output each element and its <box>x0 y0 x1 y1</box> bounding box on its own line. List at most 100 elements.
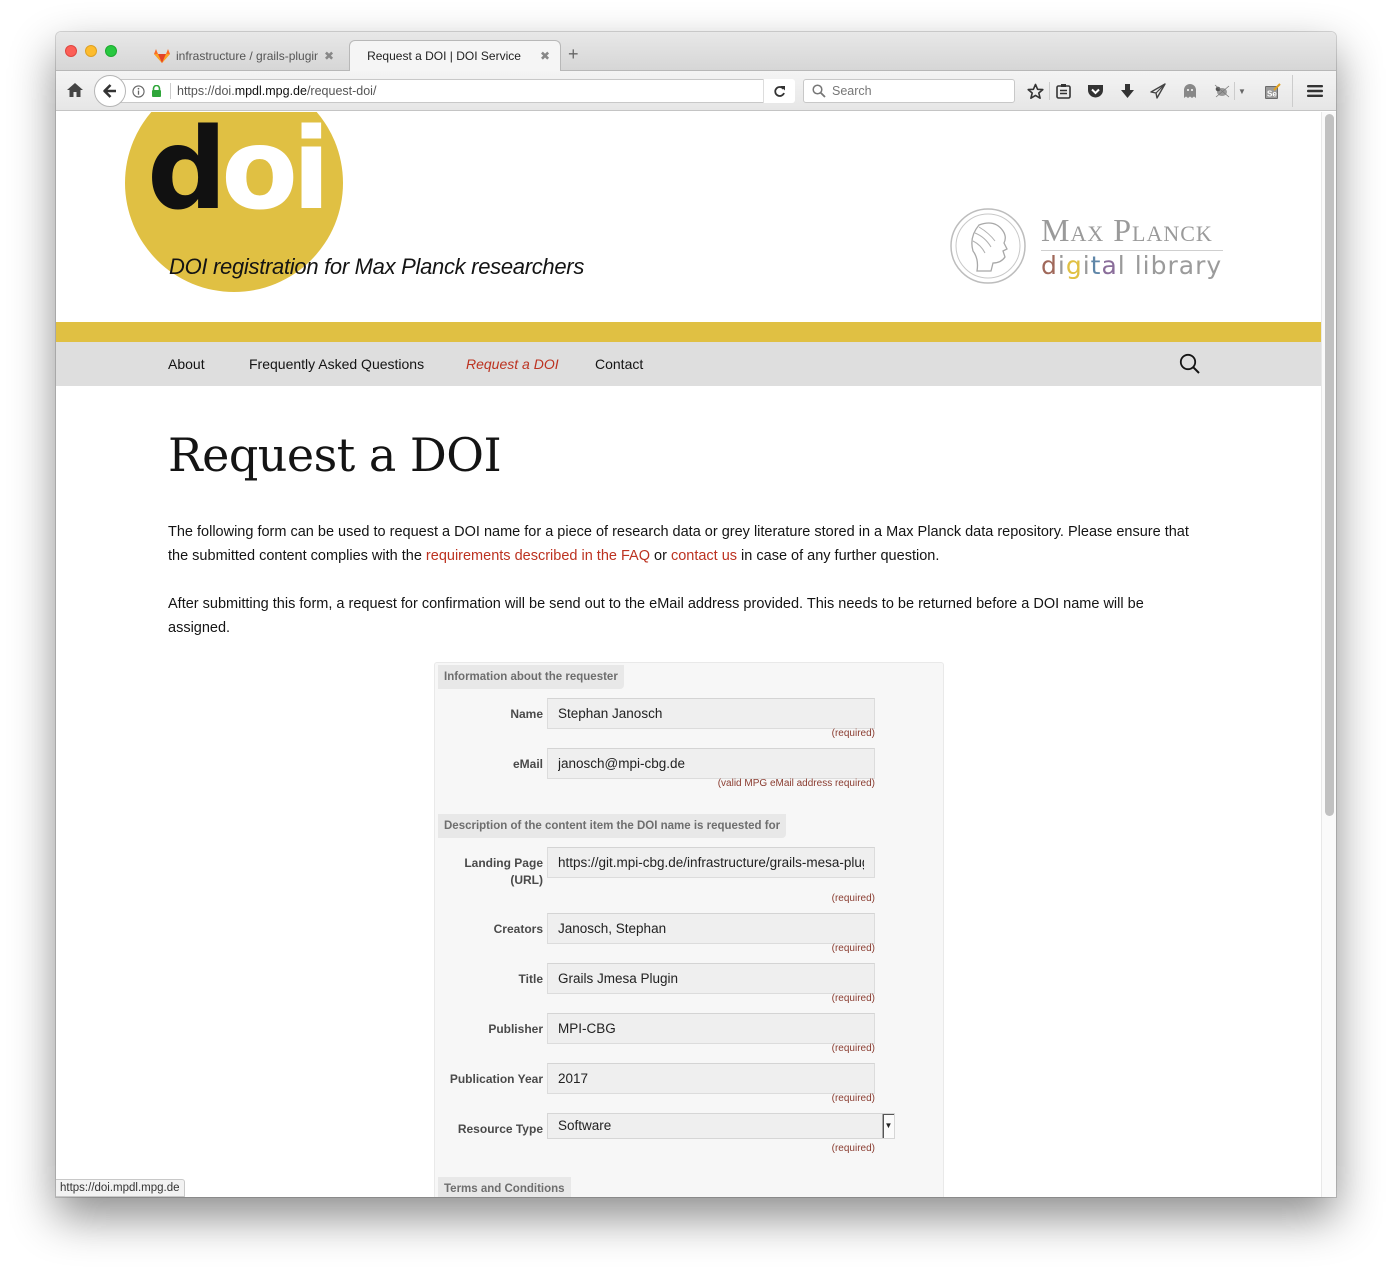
required-note: (required) <box>831 1043 875 1054</box>
tab-gitlab[interactable]: infrastructure / grails-plugin- ✖ <box>144 40 344 71</box>
title-input[interactable] <box>547 963 875 994</box>
library-letter: r <box>1167 251 1179 280</box>
library-letter: a <box>1178 251 1196 280</box>
downloads-icon[interactable] <box>1118 82 1136 100</box>
hamburger-menu-icon[interactable] <box>1306 82 1324 100</box>
max-planck-wordmark: Max Planck <box>1041 212 1213 248</box>
nav-item-request-doi[interactable]: Request a DOI <box>466 342 559 386</box>
required-note: (required) <box>831 1143 875 1154</box>
required-note: (required) <box>831 943 875 954</box>
max-planck-digital-library-logo[interactable]: Max Planck digital library <box>949 207 1229 287</box>
landing-page-input[interactable] <box>547 847 875 878</box>
name-input[interactable] <box>547 698 875 729</box>
confirmation-note: After submitting this form, a request fo… <box>168 596 1144 636</box>
page-viewport: doi DOI registration for Max Planck rese… <box>56 112 1336 1197</box>
section-content: Description of the content item the DOI … <box>438 814 787 838</box>
tab-request-doi[interactable]: Request a DOI | DOI Service ✖ <box>349 40 561 71</box>
publisher-label: Publisher <box>488 1022 543 1036</box>
navigation-toolbar: https://doi. mpdl.mpg.de/request-doi/ Se… <box>56 71 1336 111</box>
tab-strip: infrastructure / grails-plugin- ✖ Reques… <box>56 32 1336 71</box>
required-note: (required) <box>831 1093 875 1104</box>
firebug-dropdown-icon[interactable]: ▼ <box>1236 82 1248 100</box>
creators-input[interactable] <box>547 913 875 944</box>
nav-item-about[interactable]: About <box>168 342 205 386</box>
site-tagline: DOI registration for Max Planck research… <box>169 254 585 279</box>
email-input[interactable] <box>547 748 875 779</box>
library-letter: d <box>1041 251 1058 280</box>
pocket-icon[interactable] <box>1086 82 1104 100</box>
landing-page-label: Landing Page (URL) <box>464 856 543 887</box>
reload-icon <box>774 85 785 97</box>
url-prefix: https://doi. <box>177 84 235 98</box>
library-letter: y <box>1206 251 1223 280</box>
header-accent-band <box>56 322 1321 342</box>
close-window-button[interactable] <box>65 45 77 57</box>
url-path: /request-doi/ <box>306 84 377 98</box>
page-title: Request a DOI <box>168 428 502 482</box>
selenium-ide-icon[interactable]: Se <box>1263 82 1281 100</box>
library-letter: a <box>1101 251 1118 280</box>
url-host: mpdl.mpg.de <box>234 84 307 98</box>
publication-year-input[interactable] <box>547 1063 875 1094</box>
resource-type-select[interactable]: Software ▼ <box>547 1113 895 1139</box>
library-letter: g <box>1065 251 1083 280</box>
library-letter <box>1126 251 1135 280</box>
browser-search-box[interactable] <box>803 79 1015 103</box>
nav-item-faq[interactable]: Frequently Asked Questions <box>249 342 424 386</box>
back-button[interactable] <box>94 75 126 107</box>
resource-type-value: Software <box>558 1118 612 1133</box>
main-navigation: About Frequently Asked Questions Request… <box>56 342 1321 386</box>
intro-text: The following form can be used to reques… <box>168 520 1198 640</box>
minerva-seal-icon <box>950 208 1026 284</box>
creators-label: Creators <box>493 922 543 936</box>
library-letter: i <box>1142 251 1151 280</box>
lock-icon <box>152 85 161 97</box>
send-paper-plane-icon[interactable] <box>1149 82 1167 100</box>
tab-close-icon[interactable]: ✖ <box>324 49 334 63</box>
tab-close-icon[interactable]: ✖ <box>540 49 550 63</box>
doi-request-form: Information about the requester Name (re… <box>434 662 944 1197</box>
ghostery-ghost-icon[interactable] <box>1181 82 1199 100</box>
faq-requirements-link[interactable]: requirements described in the FAQ <box>426 548 650 564</box>
info-icon[interactable] <box>132 84 145 98</box>
library-letter: l <box>1134 251 1143 280</box>
publisher-input[interactable] <box>547 1013 875 1044</box>
email-note: (valid MPG eMail address required) <box>717 778 875 789</box>
search-icon <box>812 84 826 98</box>
page-scrollbar[interactable] <box>1321 112 1336 1197</box>
dropdown-arrow-icon[interactable]: ▼ <box>882 1114 894 1138</box>
gitlab-fox-icon <box>154 48 170 63</box>
zoom-window-button[interactable] <box>105 45 117 57</box>
browser-window: infrastructure / grails-plugin- ✖ Reques… <box>56 32 1336 1197</box>
home-icon[interactable] <box>66 81 84 99</box>
library-letter: t <box>1090 251 1102 280</box>
resource-type-label: Resource Type <box>457 1122 543 1136</box>
email-label: eMail <box>512 757 543 771</box>
site-header: doi DOI registration for Max Planck rese… <box>56 112 1321 322</box>
firebug-icon[interactable] <box>1213 82 1231 100</box>
reading-list-icon[interactable] <box>1054 82 1072 100</box>
back-arrow-icon <box>103 84 116 98</box>
bookmark-star-icon[interactable] <box>1026 82 1044 100</box>
browser-search-input[interactable] <box>832 84 1002 98</box>
scrollbar-thumb[interactable] <box>1325 114 1334 816</box>
new-tab-button[interactable]: + <box>568 45 579 63</box>
required-note: (required) <box>831 893 875 904</box>
library-letter: r <box>1195 251 1207 280</box>
nav-item-contact[interactable]: Contact <box>595 342 643 386</box>
section-terms: Terms and Conditions <box>438 1177 571 1197</box>
contact-us-link[interactable]: contact us <box>671 548 737 564</box>
library-letter: i <box>1082 251 1091 280</box>
tab-title: infrastructure / grails-plugin- <box>176 48 318 63</box>
name-label: Name <box>510 707 543 721</box>
library-letter: b <box>1150 251 1168 280</box>
minimize-window-button[interactable] <box>85 45 97 57</box>
tab-title: Request a DOI | DOI Service <box>367 49 521 63</box>
status-bar-link-preview: https://doi.mpdl.mpg.de <box>56 1179 185 1197</box>
library-letter: i <box>1057 251 1066 280</box>
reload-button[interactable] <box>763 79 795 103</box>
required-note: (required) <box>831 728 875 739</box>
url-bar[interactable]: https://doi. mpdl.mpg.de/request-doi/ <box>118 79 793 103</box>
main-content: Request a DOI The following form can be … <box>168 386 1198 640</box>
site-search-icon[interactable] <box>1179 353 1201 375</box>
